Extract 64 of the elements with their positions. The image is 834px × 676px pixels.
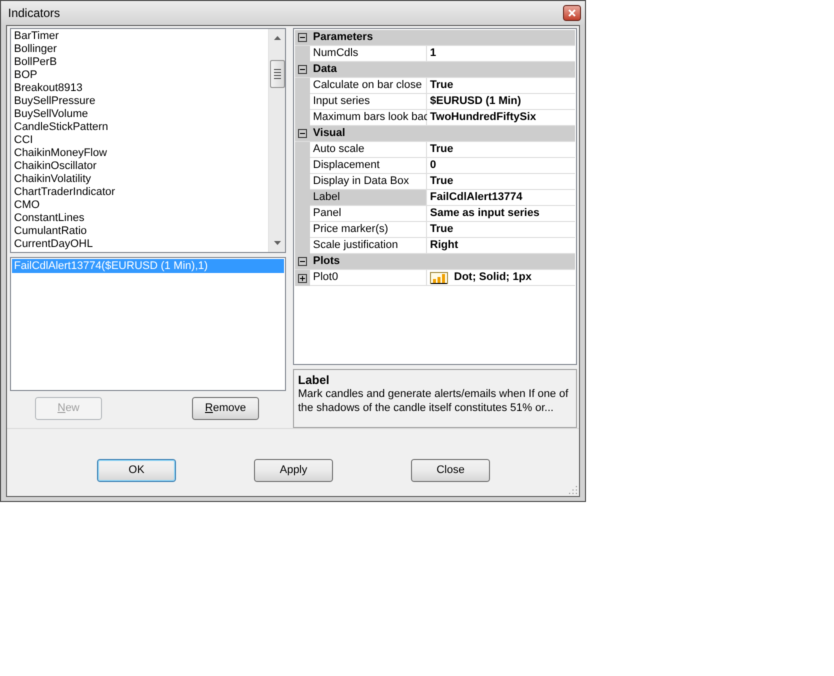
category-title: Plots	[312, 254, 340, 269]
property-name[interactable]: Displacement	[310, 158, 427, 174]
close-icon	[568, 9, 576, 17]
indicator-list-item[interactable]: BarTimer	[12, 30, 268, 43]
indicator-list-item[interactable]: Bollinger	[12, 43, 268, 56]
property-value[interactable]: True	[427, 142, 575, 158]
window-title: Indicators	[8, 5, 60, 22]
property-name[interactable]: Panel	[310, 206, 427, 222]
property-value[interactable]: True	[427, 222, 575, 238]
minus-box-icon[interactable]	[298, 257, 307, 266]
property-name[interactable]: Calculate on bar close	[310, 78, 427, 94]
indicator-list-item[interactable]: CMO	[12, 199, 268, 212]
indicator-list-item[interactable]: ChartTraderIndicator	[12, 186, 268, 199]
description-text: Mark candles and generate alerts/emails when If one of the shadows of the candle itself constitutes 51% or...	[298, 387, 570, 415]
minus-box-icon[interactable]	[298, 65, 307, 74]
indicator-list-item[interactable]: ChaikinOscillator	[12, 160, 268, 173]
indicator-list-item[interactable]: ConstantLines	[12, 212, 268, 225]
property-name[interactable]: Plot0	[310, 270, 427, 286]
property-name[interactable]: Input series	[310, 94, 427, 110]
property-value[interactable]: Same as input series	[427, 206, 575, 222]
list-action-button[interactable]: Remove	[192, 397, 259, 420]
bar-chart-icon	[430, 272, 448, 284]
property-value[interactable]: 0	[427, 158, 575, 174]
indicator-list-item[interactable]: CumulantRatio	[12, 225, 268, 238]
property-value[interactable]: $EURUSD (1 Min)	[427, 94, 575, 110]
property-value[interactable]: Right	[427, 238, 575, 254]
indicator-list-item[interactable]: ChaikinMoneyFlow	[12, 147, 268, 160]
indicator-list-item[interactable]: BOP	[12, 69, 268, 82]
scrollbar-track[interactable]	[268, 29, 285, 252]
resize-grip-icon[interactable]	[569, 486, 577, 494]
property-name[interactable]: Price marker(s)	[310, 222, 427, 238]
category-title: Parameters	[312, 30, 373, 45]
property-value[interactable]: FailCdlAlert13774	[427, 190, 575, 206]
indicator-list-item[interactable]: BollPerB	[12, 56, 268, 69]
property-name[interactable]: Label	[310, 190, 427, 206]
indicator-list-item[interactable]: Breakout8913	[12, 82, 268, 95]
indicator-list-item[interactable]: BuySellPressure	[12, 95, 268, 108]
property-value[interactable]: True	[427, 174, 575, 190]
property-name[interactable]: Display in Data Box	[310, 174, 427, 190]
minus-box-icon[interactable]	[298, 33, 307, 42]
description-title: Label	[298, 373, 330, 387]
plus-box-icon[interactable]	[298, 274, 307, 282]
scroll-down-icon[interactable]	[274, 241, 280, 245]
dialog-action-button[interactable]: Apply	[254, 459, 333, 482]
indicator-list-item[interactable]: CCI	[12, 134, 268, 147]
indicator-list-item[interactable]: CandleStickPattern	[12, 121, 268, 134]
category-title: Visual	[312, 126, 346, 141]
indicator-list-item[interactable]: BuySellVolume	[12, 108, 268, 121]
indicator-list-item[interactable]: CurrentDayOHL	[12, 238, 268, 251]
property-value[interactable]: 1	[427, 46, 575, 62]
property-value[interactable]: Dot; Solid; 1px	[427, 270, 575, 286]
property-name[interactable]: Auto scale	[310, 142, 427, 158]
dialog-action-button[interactable]: OK	[97, 459, 176, 482]
scroll-up-icon[interactable]	[274, 36, 280, 40]
indicator-list-item[interactable]: ChaikinVolatility	[12, 173, 268, 186]
close-button[interactable]	[563, 5, 581, 21]
property-value[interactable]: True	[427, 78, 575, 94]
property-name[interactable]: Scale justification	[310, 238, 427, 254]
dialog-action-button[interactable]: Close	[411, 459, 490, 482]
category-title: Data	[312, 62, 337, 77]
property-value[interactable]: TwoHundredFiftySix	[427, 110, 575, 126]
scrollbar-thumb[interactable]	[270, 60, 284, 88]
minus-box-icon[interactable]	[298, 129, 307, 138]
property-name[interactable]: NumCdls	[310, 46, 427, 62]
